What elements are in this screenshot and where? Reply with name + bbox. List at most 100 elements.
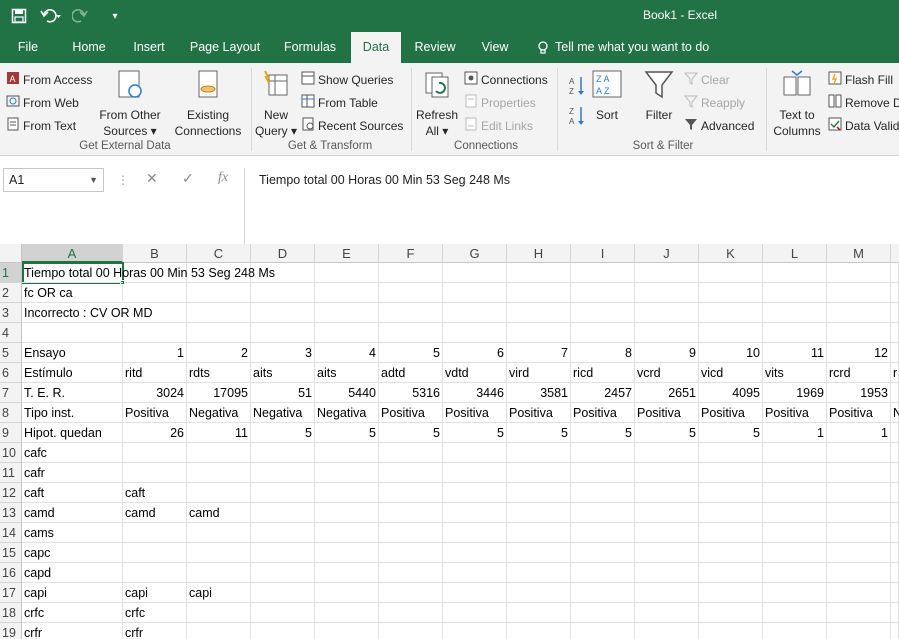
cell-e4[interactable] [315,323,379,343]
cell-i14[interactable] [571,523,635,543]
cell-b12[interactable]: caft [123,483,187,503]
cell-l14[interactable] [763,523,827,543]
cell-l2[interactable] [763,283,827,303]
cell-n2[interactable] [891,283,899,303]
cell-g9[interactable]: 5 [443,423,507,443]
cell-n18[interactable] [891,603,899,623]
cell-h9[interactable]: 5 [507,423,571,443]
cell-h16[interactable] [507,563,571,583]
cell-l13[interactable] [763,503,827,523]
cell-i4[interactable] [571,323,635,343]
cell-c10[interactable] [187,443,251,463]
column-header-k[interactable]: K [699,244,763,263]
column-header-i[interactable]: I [571,244,635,263]
cell-n14[interactable] [891,523,899,543]
cell-c9[interactable]: 11 [187,423,251,443]
cell-k2[interactable] [699,283,763,303]
cell-h10[interactable] [507,443,571,463]
cell-n17[interactable] [891,583,899,603]
cell-h17[interactable] [507,583,571,603]
row-header-15[interactable]: 15 [0,543,22,563]
cell-i15[interactable] [571,543,635,563]
tab-page-layout[interactable]: Page Layout [184,32,266,63]
cell-h8[interactable]: Positiva [507,403,571,423]
cell-j11[interactable] [635,463,699,483]
cell-i8[interactable]: Positiva [571,403,635,423]
cell-g4[interactable] [443,323,507,343]
cell-k1[interactable] [699,263,763,283]
row-header-6[interactable]: 6 [0,363,22,383]
cell-m1[interactable] [827,263,891,283]
row-header-9[interactable]: 9 [0,423,22,443]
worksheet-grid[interactable]: ABCDEFGHIJKLM 1 Tiempo total 00 Horas 00 … [0,244,899,639]
cell-e3[interactable] [315,303,379,323]
cell-k15[interactable] [699,543,763,563]
cell-m17[interactable] [827,583,891,603]
cell-e17[interactable] [315,583,379,603]
cell-l10[interactable] [763,443,827,463]
cell-i13[interactable] [571,503,635,523]
cell-f4[interactable] [379,323,443,343]
cell-i5[interactable]: 8 [571,343,635,363]
row-header-16[interactable]: 16 [0,563,22,583]
cell-b17[interactable]: capi [123,583,187,603]
from-text-button[interactable]: From Text [6,117,76,134]
cell-b15[interactable] [123,543,187,563]
cell-f14[interactable] [379,523,443,543]
cancel-entry-icon[interactable]: ✕ [146,170,158,187]
cell-h15[interactable] [507,543,571,563]
cell-g17[interactable] [443,583,507,603]
sort-z-to-a-button[interactable]: ZA [568,105,586,130]
cell-e10[interactable] [315,443,379,463]
cell-l9[interactable]: 1 [763,423,827,443]
recent-sources-button[interactable]: Recent Sources [301,117,403,134]
insert-function-icon[interactable]: fx [218,170,228,186]
tell-me-box[interactable]: Tell me what you want to do [537,32,709,63]
cell-d6[interactable]: aits [251,363,315,383]
cell-c6[interactable]: rdts [187,363,251,383]
enter-check-icon[interactable]: ✓ [182,170,194,187]
cell-n4[interactable] [891,323,899,343]
cell-n7[interactable] [891,383,899,403]
cell-h14[interactable] [507,523,571,543]
cell-g16[interactable] [443,563,507,583]
cell-k6[interactable]: vicd [699,363,763,383]
cell-f8[interactable]: Positiva [379,403,443,423]
cell-j9[interactable]: 5 [635,423,699,443]
cell-j19[interactable] [635,623,699,639]
cell-n10[interactable] [891,443,899,463]
show-queries-button[interactable]: Show Queries [301,71,393,88]
column-header-e[interactable]: E [315,244,379,263]
cell-k11[interactable] [699,463,763,483]
cell-j17[interactable] [635,583,699,603]
cell-a3[interactable]: Incorrecto : CV OR MD [22,303,153,323]
cell-j2[interactable] [635,283,699,303]
cell-n15[interactable] [891,543,899,563]
name-box[interactable]: A1 ▼ [3,168,104,192]
cell-g8[interactable]: Positiva [443,403,507,423]
name-box-dropdown-icon[interactable]: ▼ [89,169,98,191]
column-header-h[interactable]: H [507,244,571,263]
cell-e14[interactable] [315,523,379,543]
cell-a9[interactable]: Hipot. quedan [22,423,123,443]
cell-e9[interactable]: 5 [315,423,379,443]
cell-i10[interactable] [571,443,635,463]
save-icon[interactable] [6,4,32,28]
cell-f18[interactable] [379,603,443,623]
cell-h19[interactable] [507,623,571,639]
cell-c12[interactable] [187,483,251,503]
sort-a-to-z-button[interactable]: AZ [568,75,586,100]
cell-h13[interactable] [507,503,571,523]
cell-m19[interactable] [827,623,891,639]
cell-c2[interactable] [187,283,251,303]
row-header-10[interactable]: 10 [0,443,22,463]
cell-n3[interactable] [891,303,899,323]
cell-l6[interactable]: vits [763,363,827,383]
cell-j3[interactable] [635,303,699,323]
cell-b6[interactable]: ritd [123,363,187,383]
cell-k16[interactable] [699,563,763,583]
customize-qat-icon[interactable]: ▾ [102,4,128,28]
row-header-18[interactable]: 18 [0,603,22,623]
cell-m2[interactable] [827,283,891,303]
row-header-19[interactable]: 19 [0,623,22,639]
